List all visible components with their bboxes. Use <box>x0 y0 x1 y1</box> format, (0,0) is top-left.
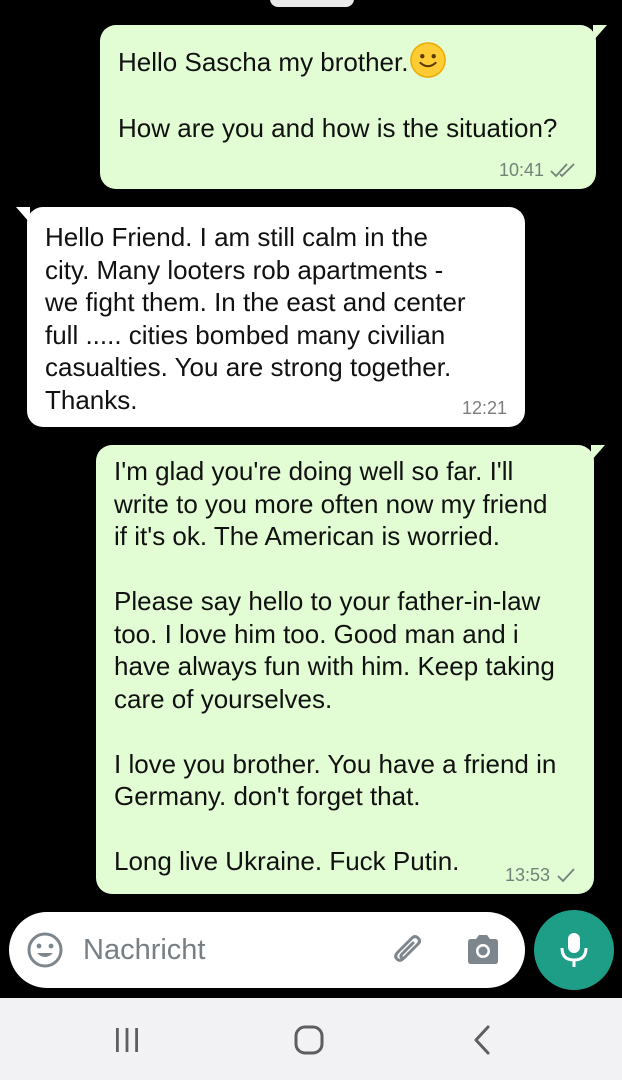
message-input[interactable]: Nachricht <box>83 931 206 969</box>
slightly-smiling-face-emoji <box>410 42 447 78</box>
message-text: I'm glad you're doing well so far. I'll … <box>114 455 576 878</box>
bubble-tail <box>593 25 607 41</box>
message-time: 12:21 <box>461 398 507 418</box>
message-time: 10:41 <box>498 160 544 180</box>
bubble-tail <box>16 207 30 223</box>
message-bubble-outgoing[interactable]: I'm glad you're doing well so far. I'll … <box>96 445 605 894</box>
message-bubble-incoming[interactable]: Hello Friend. I am still calm in the cit… <box>16 207 525 427</box>
system-navigation-bar <box>0 998 622 1080</box>
top-handle <box>270 0 354 7</box>
message-meta: 12:21 <box>462 398 507 418</box>
message-bubble-outgoing[interactable]: Hello Sascha my brother. How are you and… <box>100 25 607 189</box>
message-paragraph: Hello Friend. I am still calm in the cit… <box>45 222 466 415</box>
message-meta: 13:53 <box>505 865 576 885</box>
bubble-tail <box>591 445 605 461</box>
recent-apps-icon[interactable] <box>109 1022 145 1058</box>
message-paragraph: I love you brother. You have a friend in… <box>114 748 557 812</box>
message-paragraph: I'm glad you're doing well so far. I'll … <box>114 456 548 551</box>
message-text: Hello Sascha my brother. How are you and… <box>118 41 578 144</box>
paperclip-attach-icon[interactable] <box>389 931 429 971</box>
message-paragraph: How are you and how is the situation? <box>118 112 558 143</box>
read-double-check-icon <box>550 163 575 178</box>
message-paragraph: Please say hello to your father-in-law t… <box>114 586 555 714</box>
message-paragraph: Hello Sascha my brother. <box>118 41 578 79</box>
microphone-icon <box>560 933 588 967</box>
microphone-button[interactable] <box>534 910 614 990</box>
message-meta: 10:41 <box>499 160 578 180</box>
back-icon[interactable] <box>465 1022 501 1058</box>
sent-single-check-icon <box>557 868 575 883</box>
message-composer: Nachricht <box>9 912 525 988</box>
camera-icon[interactable] <box>463 930 503 970</box>
message-time: 13:53 <box>504 865 550 885</box>
message-text: Hello Friend. I am still calm in the cit… <box>45 221 507 416</box>
message-line: Hello Sascha my brother. <box>118 47 409 77</box>
smiley-emoji-icon[interactable] <box>25 930 65 970</box>
home-icon[interactable] <box>291 1022 327 1058</box>
chat-screen: Hello Sascha my brother. How are you and… <box>0 0 622 1080</box>
